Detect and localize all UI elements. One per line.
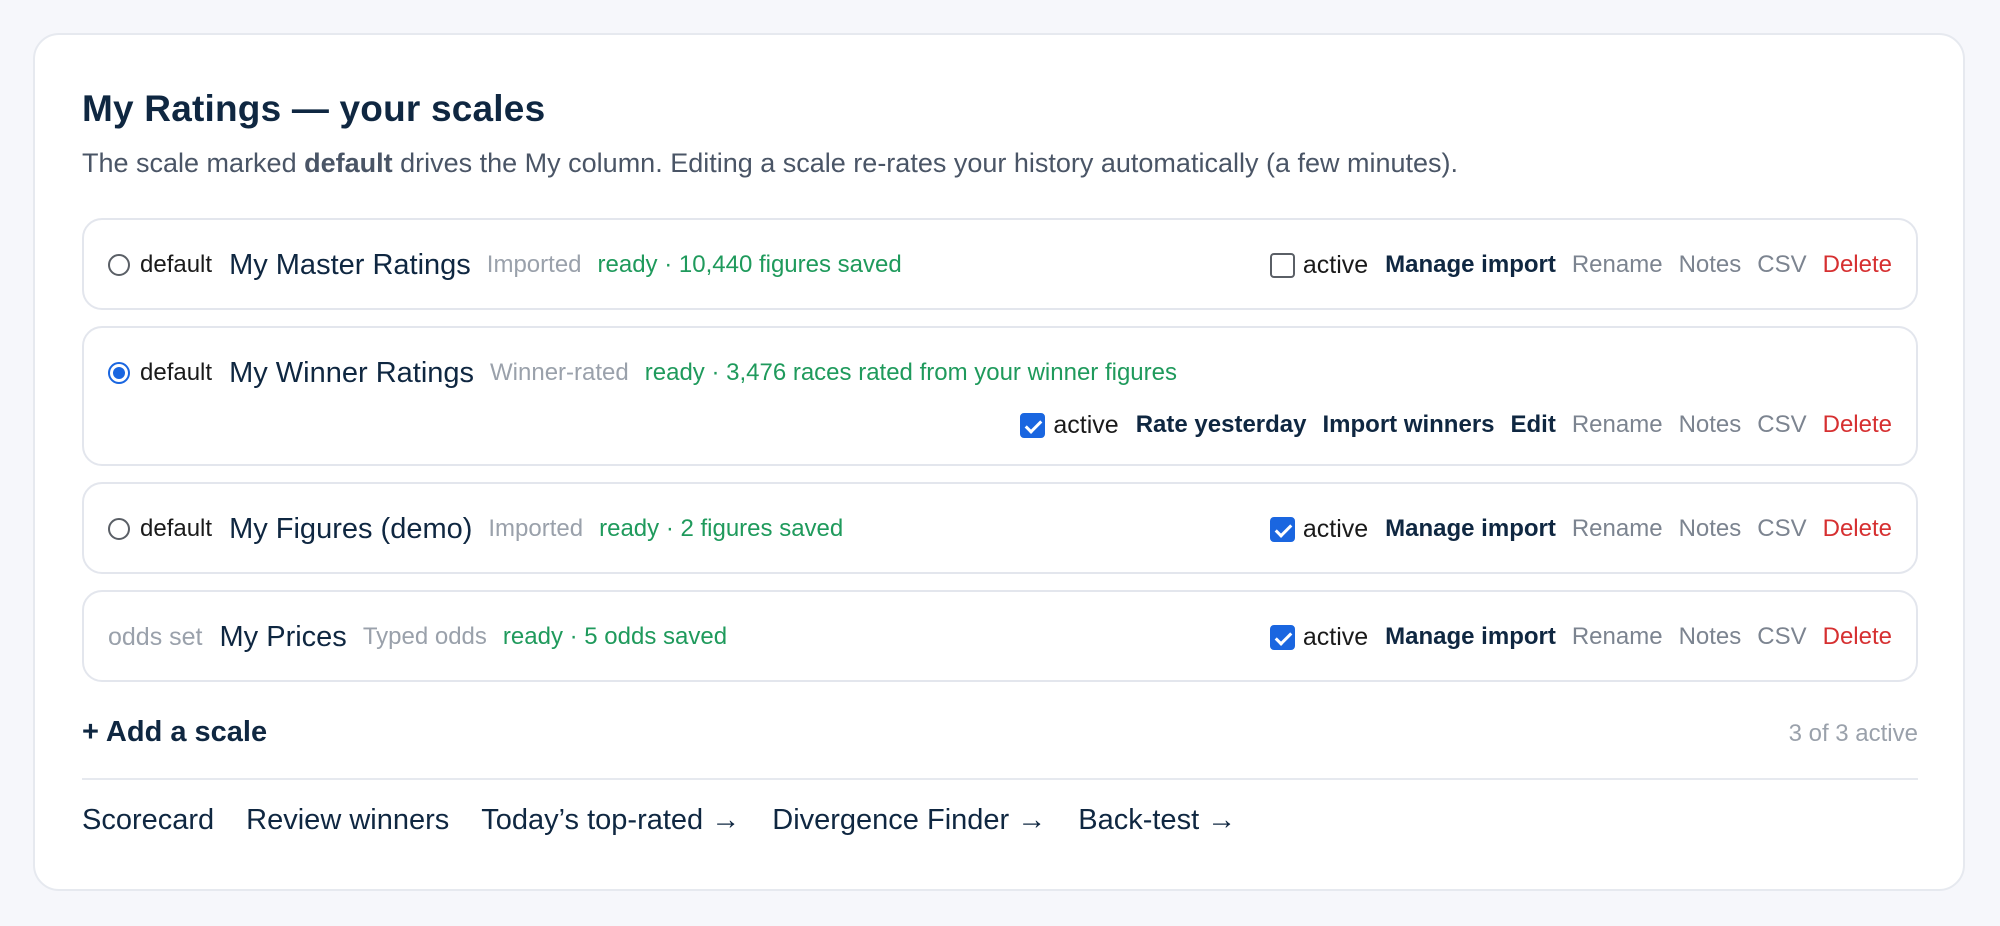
manage-import-button[interactable]: Manage import — [1385, 251, 1556, 279]
back-test-link[interactable]: Back-test → — [1078, 804, 1236, 837]
default-radio-label: default — [140, 359, 213, 386]
scale-status: ready · 3,476 races rated from your winn… — [644, 359, 1177, 386]
notes-button[interactable]: Notes — [1679, 251, 1742, 279]
scale-status: ready · 10,440 figures saved — [597, 251, 902, 278]
scale-name: My Prices — [219, 620, 347, 653]
active-checkbox-label: active — [1302, 514, 1369, 543]
odds-set-tag: odds set — [108, 622, 203, 651]
notes-button[interactable]: Notes — [1679, 411, 1742, 439]
review-winners-link[interactable]: Review winners — [246, 804, 449, 837]
scale-name: My Master Ratings — [229, 248, 471, 281]
scale-type: Typed odds — [362, 623, 487, 650]
active-checkbox-label: active — [1053, 410, 1119, 439]
notes-button[interactable]: Notes — [1679, 515, 1742, 543]
active-checkbox-label: active — [1302, 250, 1369, 279]
scale-actions: active Manage import Rename Notes CSV De… — [1269, 245, 1892, 285]
page-title: My Ratings — your scales — [82, 88, 546, 129]
active-checkbox[interactable] — [1269, 252, 1295, 278]
subtitle-default-keyword: default — [304, 148, 393, 178]
scale-info: default My Winner Ratings Winner-rated r… — [108, 353, 1177, 393]
divergence-finder-link[interactable]: Divergence Finder → — [772, 804, 1046, 837]
scale-name: My Winner Ratings — [229, 356, 475, 389]
subtitle-text-before: The scale marked — [82, 148, 305, 178]
notes-button[interactable]: Notes — [1679, 623, 1742, 651]
scale-actions: active Rate yesterday Import winners Edi… — [1020, 405, 1892, 445]
scale-row-my-prices: odds set My Prices Typed odds ready · 5 … — [82, 590, 1918, 682]
scale-info: default My Figures (demo) Imported ready… — [108, 509, 843, 549]
scale-row-winner-ratings: default My Winner Ratings Winner-rated r… — [82, 326, 1918, 466]
footer-nav: Scorecard Review winners Today’s top-rat… — [82, 804, 1268, 837]
add-scale-button[interactable]: + Add a scale — [82, 716, 267, 749]
active-checkbox[interactable] — [1269, 624, 1295, 650]
active-checkbox[interactable] — [1269, 516, 1295, 542]
scale-type: Imported — [488, 515, 584, 542]
csv-button[interactable]: CSV — [1757, 623, 1806, 651]
scale-name: My Figures (demo) — [229, 512, 473, 545]
scale-type: Imported — [486, 251, 582, 278]
default-radio[interactable] — [108, 254, 130, 276]
delete-button[interactable]: Delete — [1823, 411, 1892, 439]
divider — [82, 778, 1918, 780]
csv-button[interactable]: CSV — [1757, 411, 1806, 439]
default-radio[interactable] — [108, 518, 130, 540]
csv-button[interactable]: CSV — [1757, 251, 1806, 279]
manage-import-button[interactable]: Manage import — [1385, 515, 1556, 543]
scale-actions: active Manage import Rename Notes CSV De… — [1269, 509, 1892, 549]
rename-button[interactable]: Rename — [1572, 515, 1663, 543]
import-winners-button[interactable]: Import winners — [1322, 411, 1494, 439]
default-radio-label: default — [140, 515, 213, 542]
scorecard-link[interactable]: Scorecard — [82, 804, 214, 837]
rename-button[interactable]: Rename — [1572, 411, 1663, 439]
edit-button[interactable]: Edit — [1511, 411, 1556, 439]
default-radio[interactable] — [108, 362, 130, 384]
scale-info: default My Master Ratings Imported ready… — [108, 245, 902, 285]
scale-info: odds set My Prices Typed odds ready · 5 … — [108, 617, 727, 657]
rename-button[interactable]: Rename — [1572, 623, 1663, 651]
manage-import-button[interactable]: Manage import — [1385, 623, 1556, 651]
subtitle-text-after: drives the My column. Editing a scale re… — [392, 148, 1459, 178]
scale-type: Winner-rated — [490, 359, 629, 386]
active-count: 3 of 3 active — [1788, 720, 1918, 747]
page-subtitle: The scale marked default drives the My c… — [82, 148, 1458, 179]
delete-button[interactable]: Delete — [1823, 623, 1892, 651]
rate-yesterday-button[interactable]: Rate yesterday — [1136, 411, 1307, 439]
scale-actions: active Manage import Rename Notes CSV De… — [1269, 617, 1892, 657]
scale-row-figures-demo: default My Figures (demo) Imported ready… — [82, 482, 1918, 574]
scale-status: ready · 2 figures saved — [599, 515, 844, 542]
scale-row-master-ratings: default My Master Ratings Imported ready… — [82, 218, 1918, 310]
delete-button[interactable]: Delete — [1823, 251, 1892, 279]
rename-button[interactable]: Rename — [1572, 251, 1663, 279]
default-radio-label: default — [140, 251, 213, 278]
active-checkbox[interactable] — [1020, 412, 1046, 438]
delete-button[interactable]: Delete — [1823, 515, 1892, 543]
active-checkbox-label: active — [1302, 622, 1369, 651]
scale-status: ready · 5 odds saved — [502, 623, 728, 650]
todays-top-rated-link[interactable]: Today’s top-rated → — [481, 804, 740, 837]
csv-button[interactable]: CSV — [1757, 515, 1806, 543]
